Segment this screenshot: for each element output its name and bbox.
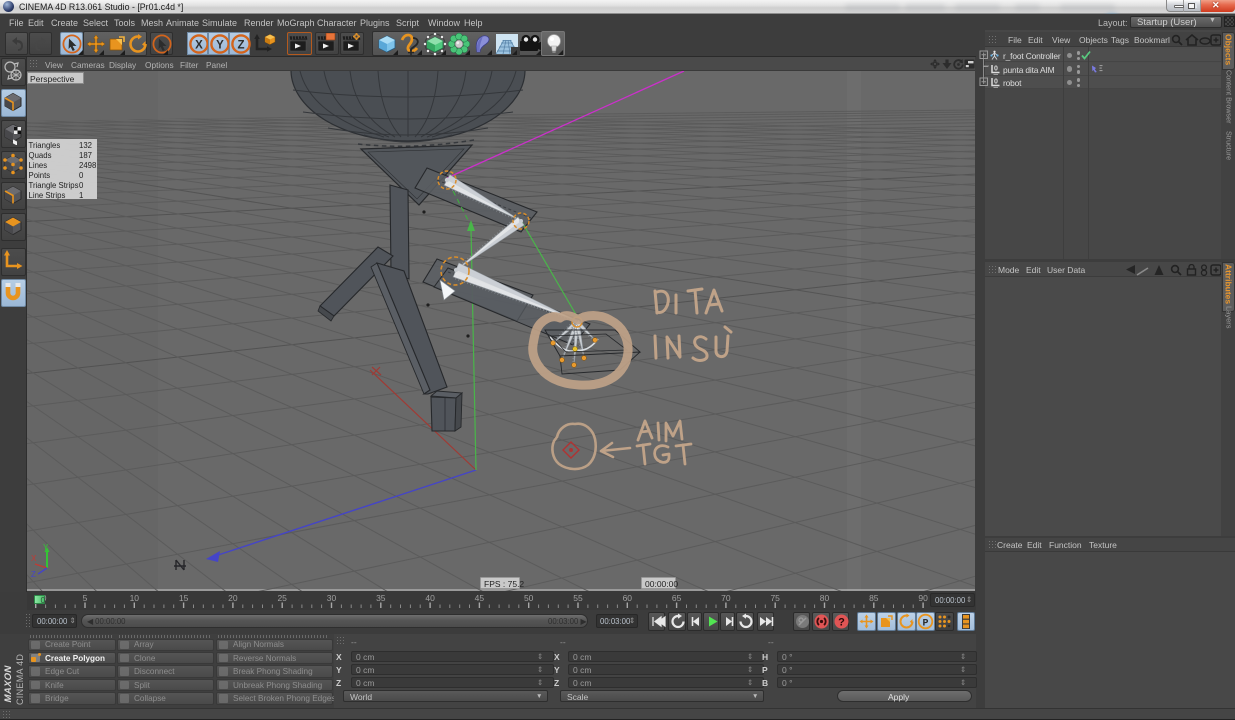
svg-text:35: 35: [376, 593, 386, 603]
svg-text:60: 60: [623, 593, 633, 603]
svg-text:10: 10: [130, 593, 140, 603]
svg-text:X: X: [195, 40, 203, 52]
svg-text:80: 80: [820, 593, 830, 603]
svg-text:75: 75: [770, 593, 780, 603]
svg-text:Z: Z: [31, 570, 36, 578]
svg-text:5: 5: [83, 593, 88, 603]
svg-text:45: 45: [475, 593, 485, 603]
svg-text:40: 40: [425, 593, 435, 603]
svg-text:X: X: [31, 554, 37, 563]
svg-text:0: 0: [994, 79, 998, 86]
svg-text:Y: Y: [43, 543, 49, 552]
svg-text:15: 15: [179, 593, 189, 603]
svg-text:20: 20: [228, 593, 238, 603]
svg-text:65: 65: [672, 593, 682, 603]
svg-text:50: 50: [524, 593, 534, 603]
svg-text:90: 90: [918, 593, 928, 603]
svg-text:P: P: [922, 619, 928, 630]
svg-text:0: 0: [994, 65, 998, 72]
svg-text:Y: Y: [216, 40, 224, 52]
svg-text:Z: Z: [237, 40, 244, 52]
svg-text:30: 30: [327, 593, 337, 603]
svg-text:55: 55: [573, 593, 583, 603]
svg-text:85: 85: [869, 593, 879, 603]
svg-text:?: ?: [838, 617, 845, 629]
svg-text:70: 70: [721, 593, 731, 603]
svg-text:25: 25: [277, 593, 287, 603]
